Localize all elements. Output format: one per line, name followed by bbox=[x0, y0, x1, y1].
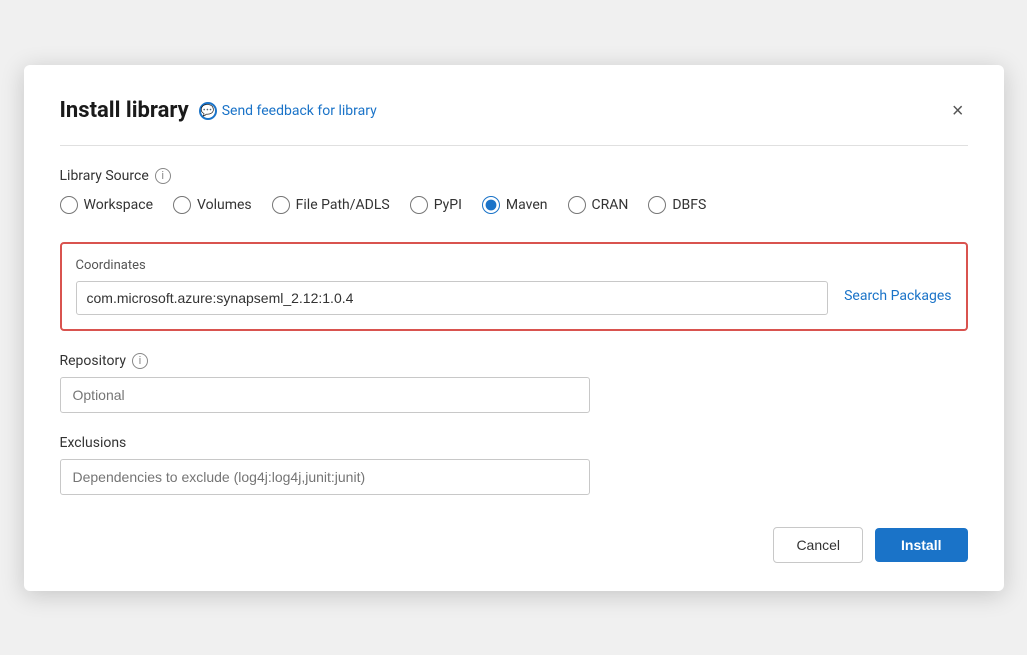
feedback-icon: 💬 bbox=[199, 102, 217, 120]
install-library-dialog: Install library 💬 Send feedback for libr… bbox=[24, 65, 1004, 591]
search-packages-link[interactable]: Search Packages bbox=[844, 258, 951, 304]
close-button[interactable]: × bbox=[948, 97, 968, 125]
exclusions-label: Exclusions bbox=[60, 435, 968, 451]
radio-dbfs[interactable] bbox=[648, 196, 666, 214]
radio-filepath-label: File Path/ADLS bbox=[296, 197, 390, 213]
radio-maven[interactable] bbox=[482, 196, 500, 214]
radio-option-workspace[interactable]: Workspace bbox=[60, 196, 154, 214]
radio-option-volumes[interactable]: Volumes bbox=[173, 196, 252, 214]
radio-cran[interactable] bbox=[568, 196, 586, 214]
radio-volumes-label: Volumes bbox=[197, 197, 252, 213]
repository-section: Repository i bbox=[60, 353, 968, 413]
library-source-label: Library Source i bbox=[60, 168, 968, 184]
library-source-radio-group: Workspace Volumes File Path/ADLS PyPI Ma… bbox=[60, 196, 968, 214]
radio-pypi-label: PyPI bbox=[434, 197, 462, 213]
dialog-header: Install library 💬 Send feedback for libr… bbox=[60, 97, 968, 125]
radio-maven-label: Maven bbox=[506, 197, 548, 213]
radio-workspace[interactable] bbox=[60, 196, 78, 214]
radio-dbfs-label: DBFS bbox=[672, 197, 706, 213]
coordinates-inner: Coordinates bbox=[76, 258, 829, 315]
search-packages-label: Search Packages bbox=[844, 288, 951, 304]
dialog-title-area: Install library 💬 Send feedback for libr… bbox=[60, 98, 377, 123]
repository-input[interactable] bbox=[60, 377, 590, 413]
feedback-link[interactable]: 💬 Send feedback for library bbox=[199, 102, 377, 120]
radio-option-cran[interactable]: CRAN bbox=[568, 196, 629, 214]
library-source-info-icon[interactable]: i bbox=[155, 168, 171, 184]
radio-cran-label: CRAN bbox=[592, 197, 629, 213]
repository-info-icon[interactable]: i bbox=[132, 353, 148, 369]
exclusions-input[interactable] bbox=[60, 459, 590, 495]
dialog-title: Install library bbox=[60, 98, 189, 123]
radio-filepath[interactable] bbox=[272, 196, 290, 214]
radio-option-dbfs[interactable]: DBFS bbox=[648, 196, 706, 214]
radio-volumes[interactable] bbox=[173, 196, 191, 214]
repository-label: Repository i bbox=[60, 353, 968, 369]
exclusions-section: Exclusions bbox=[60, 435, 968, 495]
install-button[interactable]: Install bbox=[875, 528, 967, 562]
coordinates-input[interactable] bbox=[76, 281, 829, 315]
coordinates-label: Coordinates bbox=[76, 258, 829, 273]
cancel-button[interactable]: Cancel bbox=[773, 527, 863, 563]
header-divider bbox=[60, 145, 968, 146]
close-icon: × bbox=[952, 100, 964, 122]
radio-option-filepath[interactable]: File Path/ADLS bbox=[272, 196, 390, 214]
coordinates-section: Coordinates Search Packages bbox=[60, 242, 968, 331]
radio-option-maven[interactable]: Maven bbox=[482, 196, 548, 214]
radio-pypi[interactable] bbox=[410, 196, 428, 214]
feedback-link-label: Send feedback for library bbox=[222, 103, 377, 119]
radio-workspace-label: Workspace bbox=[84, 197, 154, 213]
radio-option-pypi[interactable]: PyPI bbox=[410, 196, 462, 214]
dialog-footer: Cancel Install bbox=[60, 527, 968, 563]
